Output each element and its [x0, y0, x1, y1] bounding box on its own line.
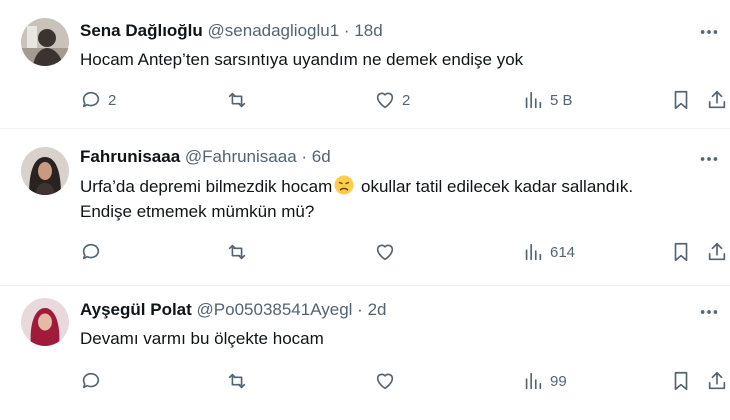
share-button[interactable] — [706, 86, 728, 114]
tweet-text: Hocam Antep’ten sarsıntıya uyandım ne de… — [80, 50, 524, 69]
handle[interactable]: @senadaglioglu1 — [208, 21, 340, 40]
reply-bubble-icon — [82, 372, 100, 389]
handle[interactable]: @Po05038541Ayegl — [197, 300, 353, 319]
more-dots-icon[interactable] — [694, 149, 724, 169]
bookmark-icon — [674, 90, 688, 110]
disappointed-face-emoji — [334, 175, 354, 195]
action-bar: 99 — [80, 367, 730, 395]
retweet-arrows-icon — [228, 244, 246, 260]
heart-icon — [376, 373, 394, 390]
tweet-text-part-3: Endişe etmemek mümkün mü? — [80, 202, 315, 221]
share-upload-icon — [708, 90, 726, 109]
views-count: 99 — [550, 372, 567, 390]
like-button[interactable] — [374, 238, 396, 266]
avatar[interactable] — [21, 147, 69, 195]
views-button[interactable]: 5 B — [522, 86, 573, 114]
share-button[interactable] — [706, 238, 728, 266]
retweet-button[interactable] — [226, 238, 248, 266]
tweet-text-part-2: okullar tatil edilecek kadar sallandık. — [356, 177, 634, 196]
action-bar: 2 2 5 B — [80, 86, 730, 114]
share-button[interactable] — [706, 367, 728, 395]
tweet-3[interactable]: Ayşegül Polat @Po05038541Ayegl · 2d Deva… — [0, 286, 730, 420]
views-button[interactable]: 614 — [522, 238, 575, 266]
bookmark-icon — [674, 242, 688, 262]
views-count: 614 — [550, 243, 576, 261]
reply-bubble-icon — [82, 91, 100, 108]
avatar[interactable] — [21, 18, 69, 66]
handle[interactable]: @Fahrunisaaa — [185, 147, 297, 166]
retweet-arrows-icon — [228, 92, 246, 108]
action-bar: 614 — [80, 238, 730, 266]
like-button[interactable] — [374, 367, 396, 395]
display-name[interactable]: Ayşegül Polat — [80, 300, 192, 319]
retweet-arrows-icon — [228, 373, 246, 389]
bookmark-icon — [674, 371, 688, 391]
retweet-button[interactable] — [226, 86, 248, 114]
views-count: 5 B — [550, 91, 573, 109]
views-bar-chart-icon — [525, 243, 542, 261]
timestamp[interactable]: 18d — [354, 21, 382, 40]
tweet-text-part-1: Urfa’da depremi bilmezdik hocam — [80, 177, 333, 196]
timestamp[interactable]: 6d — [312, 147, 331, 166]
reply-button[interactable]: 2 — [80, 86, 116, 114]
tweet-1[interactable]: Sena Dağlıoğlu @senadaglioglu1 · 18d Hoc… — [0, 0, 730, 129]
tweet-2[interactable]: Fahrunisaaa @Fahrunisaaa · 6d Urfa’da de… — [0, 129, 730, 286]
tweet-header: Sena Dağlıoğlu @senadaglioglu1 · 18d — [80, 21, 383, 41]
separator-dot: · — [357, 300, 363, 319]
views-button[interactable]: 99 — [522, 367, 567, 395]
share-upload-icon — [708, 242, 726, 261]
share-upload-icon — [708, 371, 726, 390]
bookmark-button[interactable] — [670, 238, 692, 266]
reply-button[interactable] — [80, 367, 102, 395]
separator-dot: · — [343, 21, 350, 40]
views-bar-chart-icon — [525, 372, 542, 390]
tweet-header: Ayşegül Polat @Po05038541Ayegl · 2d — [80, 300, 387, 320]
heart-icon — [376, 244, 394, 261]
more-dots-icon[interactable] — [694, 302, 724, 322]
avatar[interactable] — [21, 298, 69, 346]
timestamp[interactable]: 2d — [368, 300, 387, 319]
tweet-header: Fahrunisaaa @Fahrunisaaa · 6d — [80, 147, 331, 167]
bookmark-button[interactable] — [670, 86, 692, 114]
retweet-button[interactable] — [226, 367, 248, 395]
reply-count: 2 — [108, 91, 117, 109]
tweet-text: Urfa’da depremi bilmezdik hocam okullar … — [80, 174, 720, 224]
heart-icon — [376, 92, 394, 109]
display-name[interactable]: Fahrunisaaa — [80, 147, 180, 166]
reply-bubble-icon — [82, 243, 100, 260]
like-button[interactable]: 2 — [374, 86, 410, 114]
separator-dot: · — [301, 147, 308, 166]
views-bar-chart-icon — [525, 91, 542, 109]
more-dots-icon[interactable] — [694, 22, 724, 42]
reply-button[interactable] — [80, 238, 102, 266]
display-name[interactable]: Sena Dağlıoğlu — [80, 21, 203, 40]
bookmark-button[interactable] — [670, 367, 692, 395]
like-count: 2 — [402, 91, 411, 109]
tweet-text: Devamı varmı bu ölçekte hocam — [80, 329, 324, 348]
